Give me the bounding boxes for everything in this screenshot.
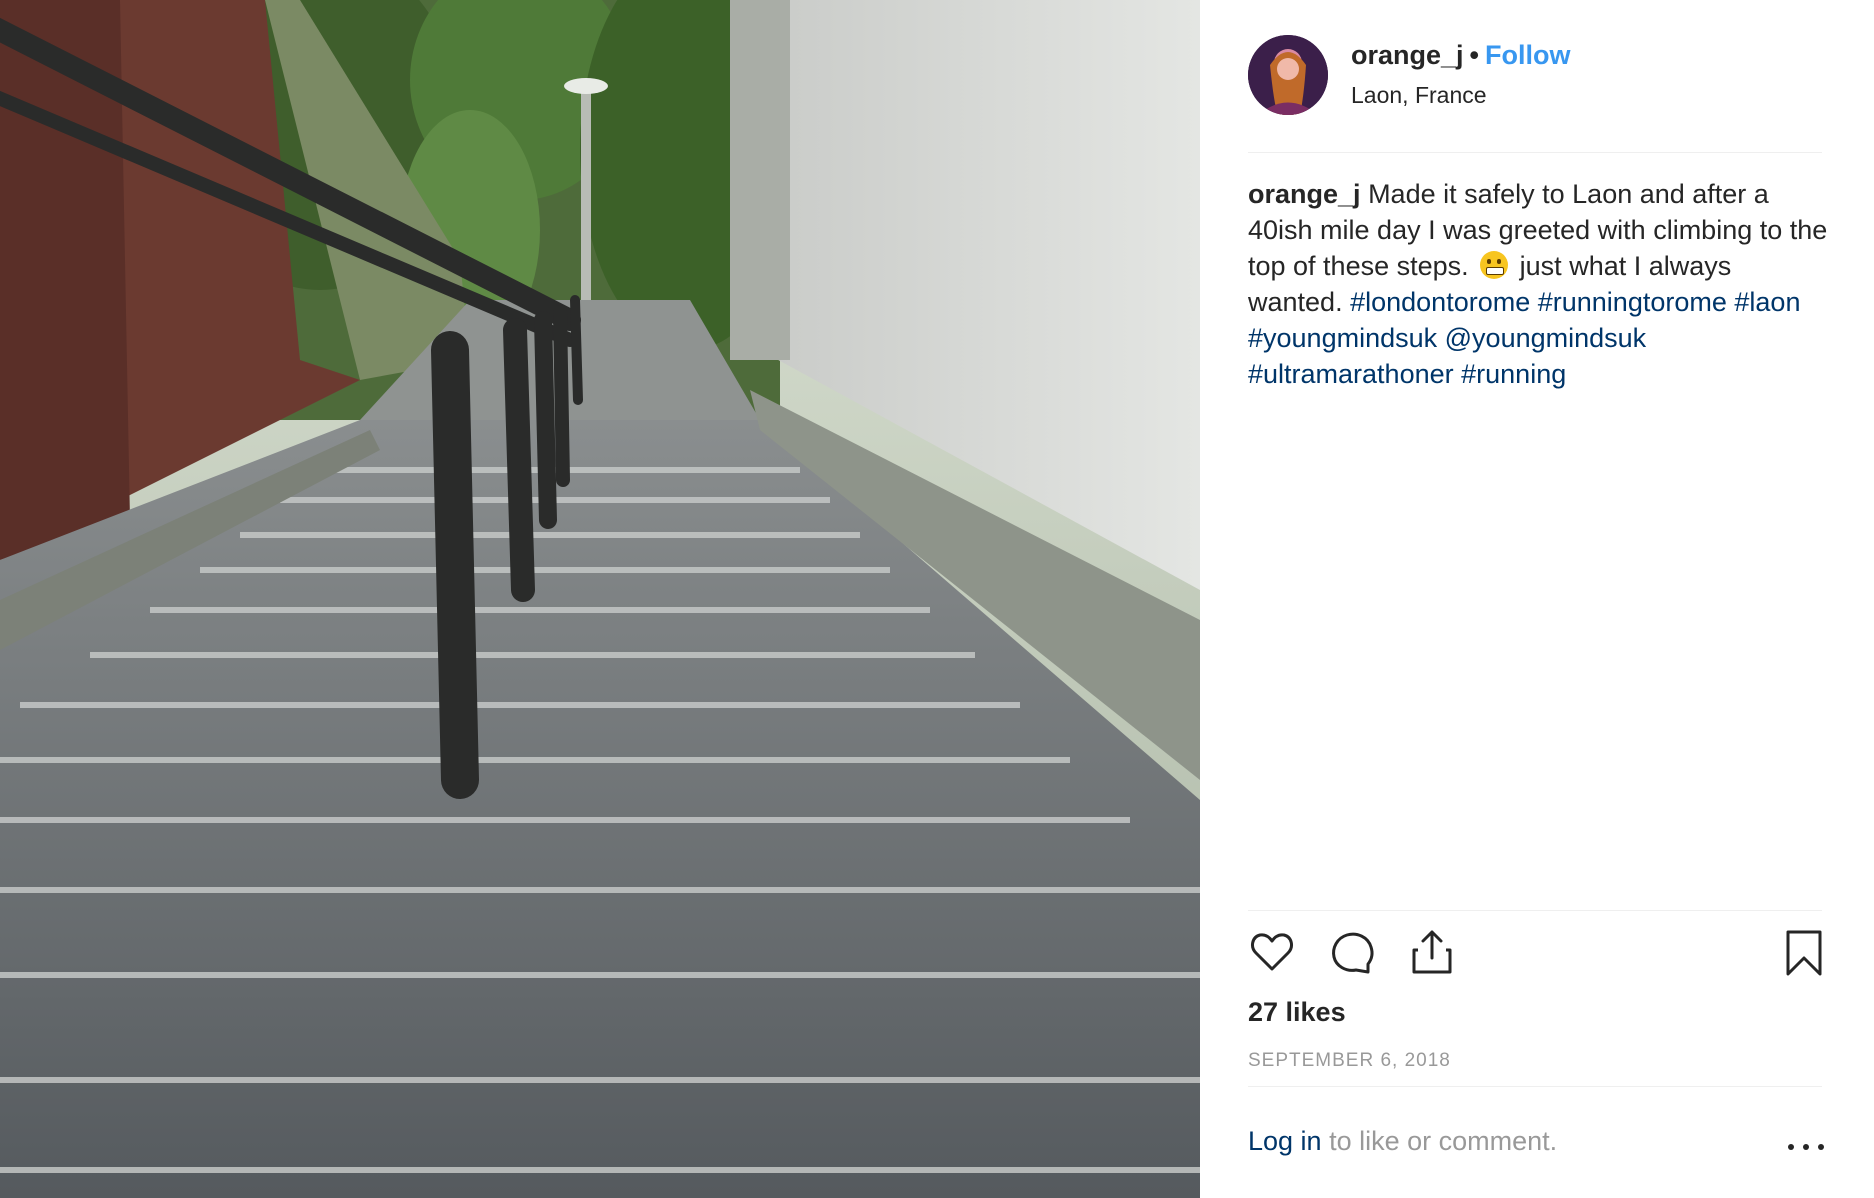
post-date[interactable]: SEPTEMBER 6, 2018 <box>1248 1050 1451 1072</box>
likes-count[interactable]: 27 likes <box>1248 997 1346 1028</box>
login-prompt: Log in to like or comment. <box>1248 1126 1557 1157</box>
mention-link[interactable]: @youngmindsuk <box>1445 323 1647 353</box>
post-side-panel: orange_j • Follow Laon, France orange_j Ma… <box>1200 0 1874 1198</box>
login-link[interactable]: Log in <box>1248 1126 1322 1156</box>
caption-username[interactable]: orange_j <box>1248 179 1361 209</box>
separator-dot: • <box>1469 40 1479 70</box>
hashtag-link[interactable]: #running <box>1461 359 1566 389</box>
actions-divider <box>1248 910 1822 911</box>
hashtag-link[interactable]: #runningtorome <box>1538 287 1727 317</box>
username-link[interactable]: orange_j <box>1351 40 1464 70</box>
share-icon[interactable] <box>1408 928 1456 981</box>
post-caption: orange_j Made it safely to Laon and afte… <box>1248 176 1828 392</box>
hashtag-link[interactable]: #ultramarathoner <box>1248 359 1454 389</box>
comment-bubble-icon[interactable] <box>1328 928 1376 981</box>
hashtag-link[interactable]: #londontorome <box>1350 287 1530 317</box>
hashtag-link[interactable]: #laon <box>1734 287 1800 317</box>
hashtag-link[interactable]: #youngmindsuk <box>1248 323 1437 353</box>
post-photo[interactable] <box>0 0 1200 1198</box>
bookmark-icon[interactable] <box>1780 928 1828 981</box>
grimacing-face-icon <box>1480 251 1509 279</box>
more-options-icon[interactable] <box>1786 1130 1826 1160</box>
footer-divider <box>1248 1086 1822 1087</box>
heart-icon[interactable] <box>1248 928 1296 981</box>
avatar[interactable] <box>1248 35 1328 115</box>
post-header: orange_j • Follow <box>1351 40 1570 71</box>
post-actions <box>1248 928 1828 984</box>
login-suffix: to like or comment. <box>1329 1126 1558 1156</box>
location-link[interactable]: Laon, France <box>1351 82 1487 109</box>
header-divider <box>1248 152 1822 153</box>
follow-button[interactable]: Follow <box>1485 40 1570 70</box>
